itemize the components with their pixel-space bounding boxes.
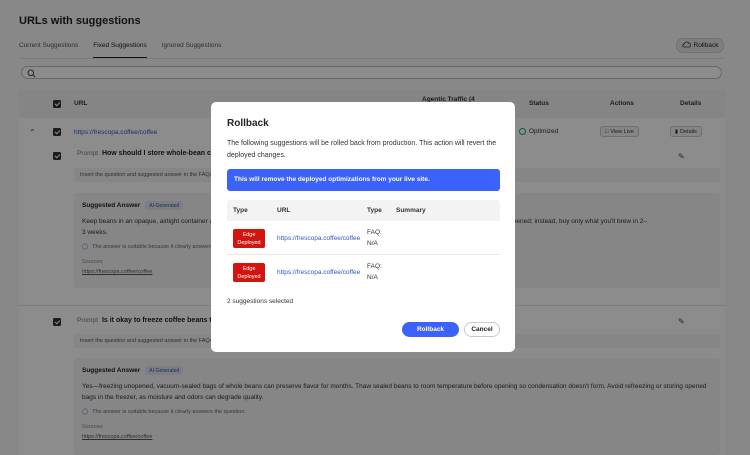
row-url-link[interactable]: https://frescopa.coffee/coffee	[277, 235, 360, 242]
row-url-link[interactable]: https://frescopa.coffee/coffee	[277, 269, 360, 276]
rollback-dialog: Rollback The following suggestions will …	[211, 102, 515, 352]
type-line-2: N/A	[367, 274, 378, 281]
rollback-table-header: Type URL Type Summary	[227, 200, 500, 221]
badge-line-1: Edge	[242, 232, 256, 238]
dialog-title: Rollback	[227, 118, 269, 129]
edge-deployed-badge: Edge Deployed	[233, 229, 265, 248]
badge-line-2: Deployed	[237, 274, 261, 280]
col-url: URL	[277, 207, 291, 214]
col-summary: Summary	[396, 207, 426, 214]
col-type-2: Type	[367, 207, 382, 214]
badge-line-1: Edge	[242, 266, 256, 272]
type-line-1: FAQ:	[367, 263, 382, 270]
rollback-table: Type URL Type Summary Edge Deployed http…	[227, 200, 500, 284]
dialog-description: The following suggestions will be rolled…	[227, 140, 497, 159]
col-type: Type	[233, 207, 248, 214]
row-type: FAQ: N/A	[367, 227, 382, 249]
type-line-2: N/A	[367, 240, 378, 247]
row-type: FAQ: N/A	[367, 261, 382, 283]
selected-count: 2 suggestions selected	[227, 298, 294, 305]
badge-line-2: Deployed	[237, 240, 261, 246]
type-line-1: FAQ:	[367, 229, 382, 236]
confirm-rollback-button[interactable]: Rollback	[402, 322, 459, 337]
table-row: Edge Deployed https://frescopa.coffee/co…	[227, 221, 500, 255]
table-row: Edge Deployed https://frescopa.coffee/co…	[227, 255, 500, 289]
warning-banner: This will remove the deployed optimizati…	[227, 169, 500, 191]
edge-deployed-badge: Edge Deployed	[233, 263, 265, 282]
cancel-button[interactable]: Cancel	[464, 322, 500, 337]
